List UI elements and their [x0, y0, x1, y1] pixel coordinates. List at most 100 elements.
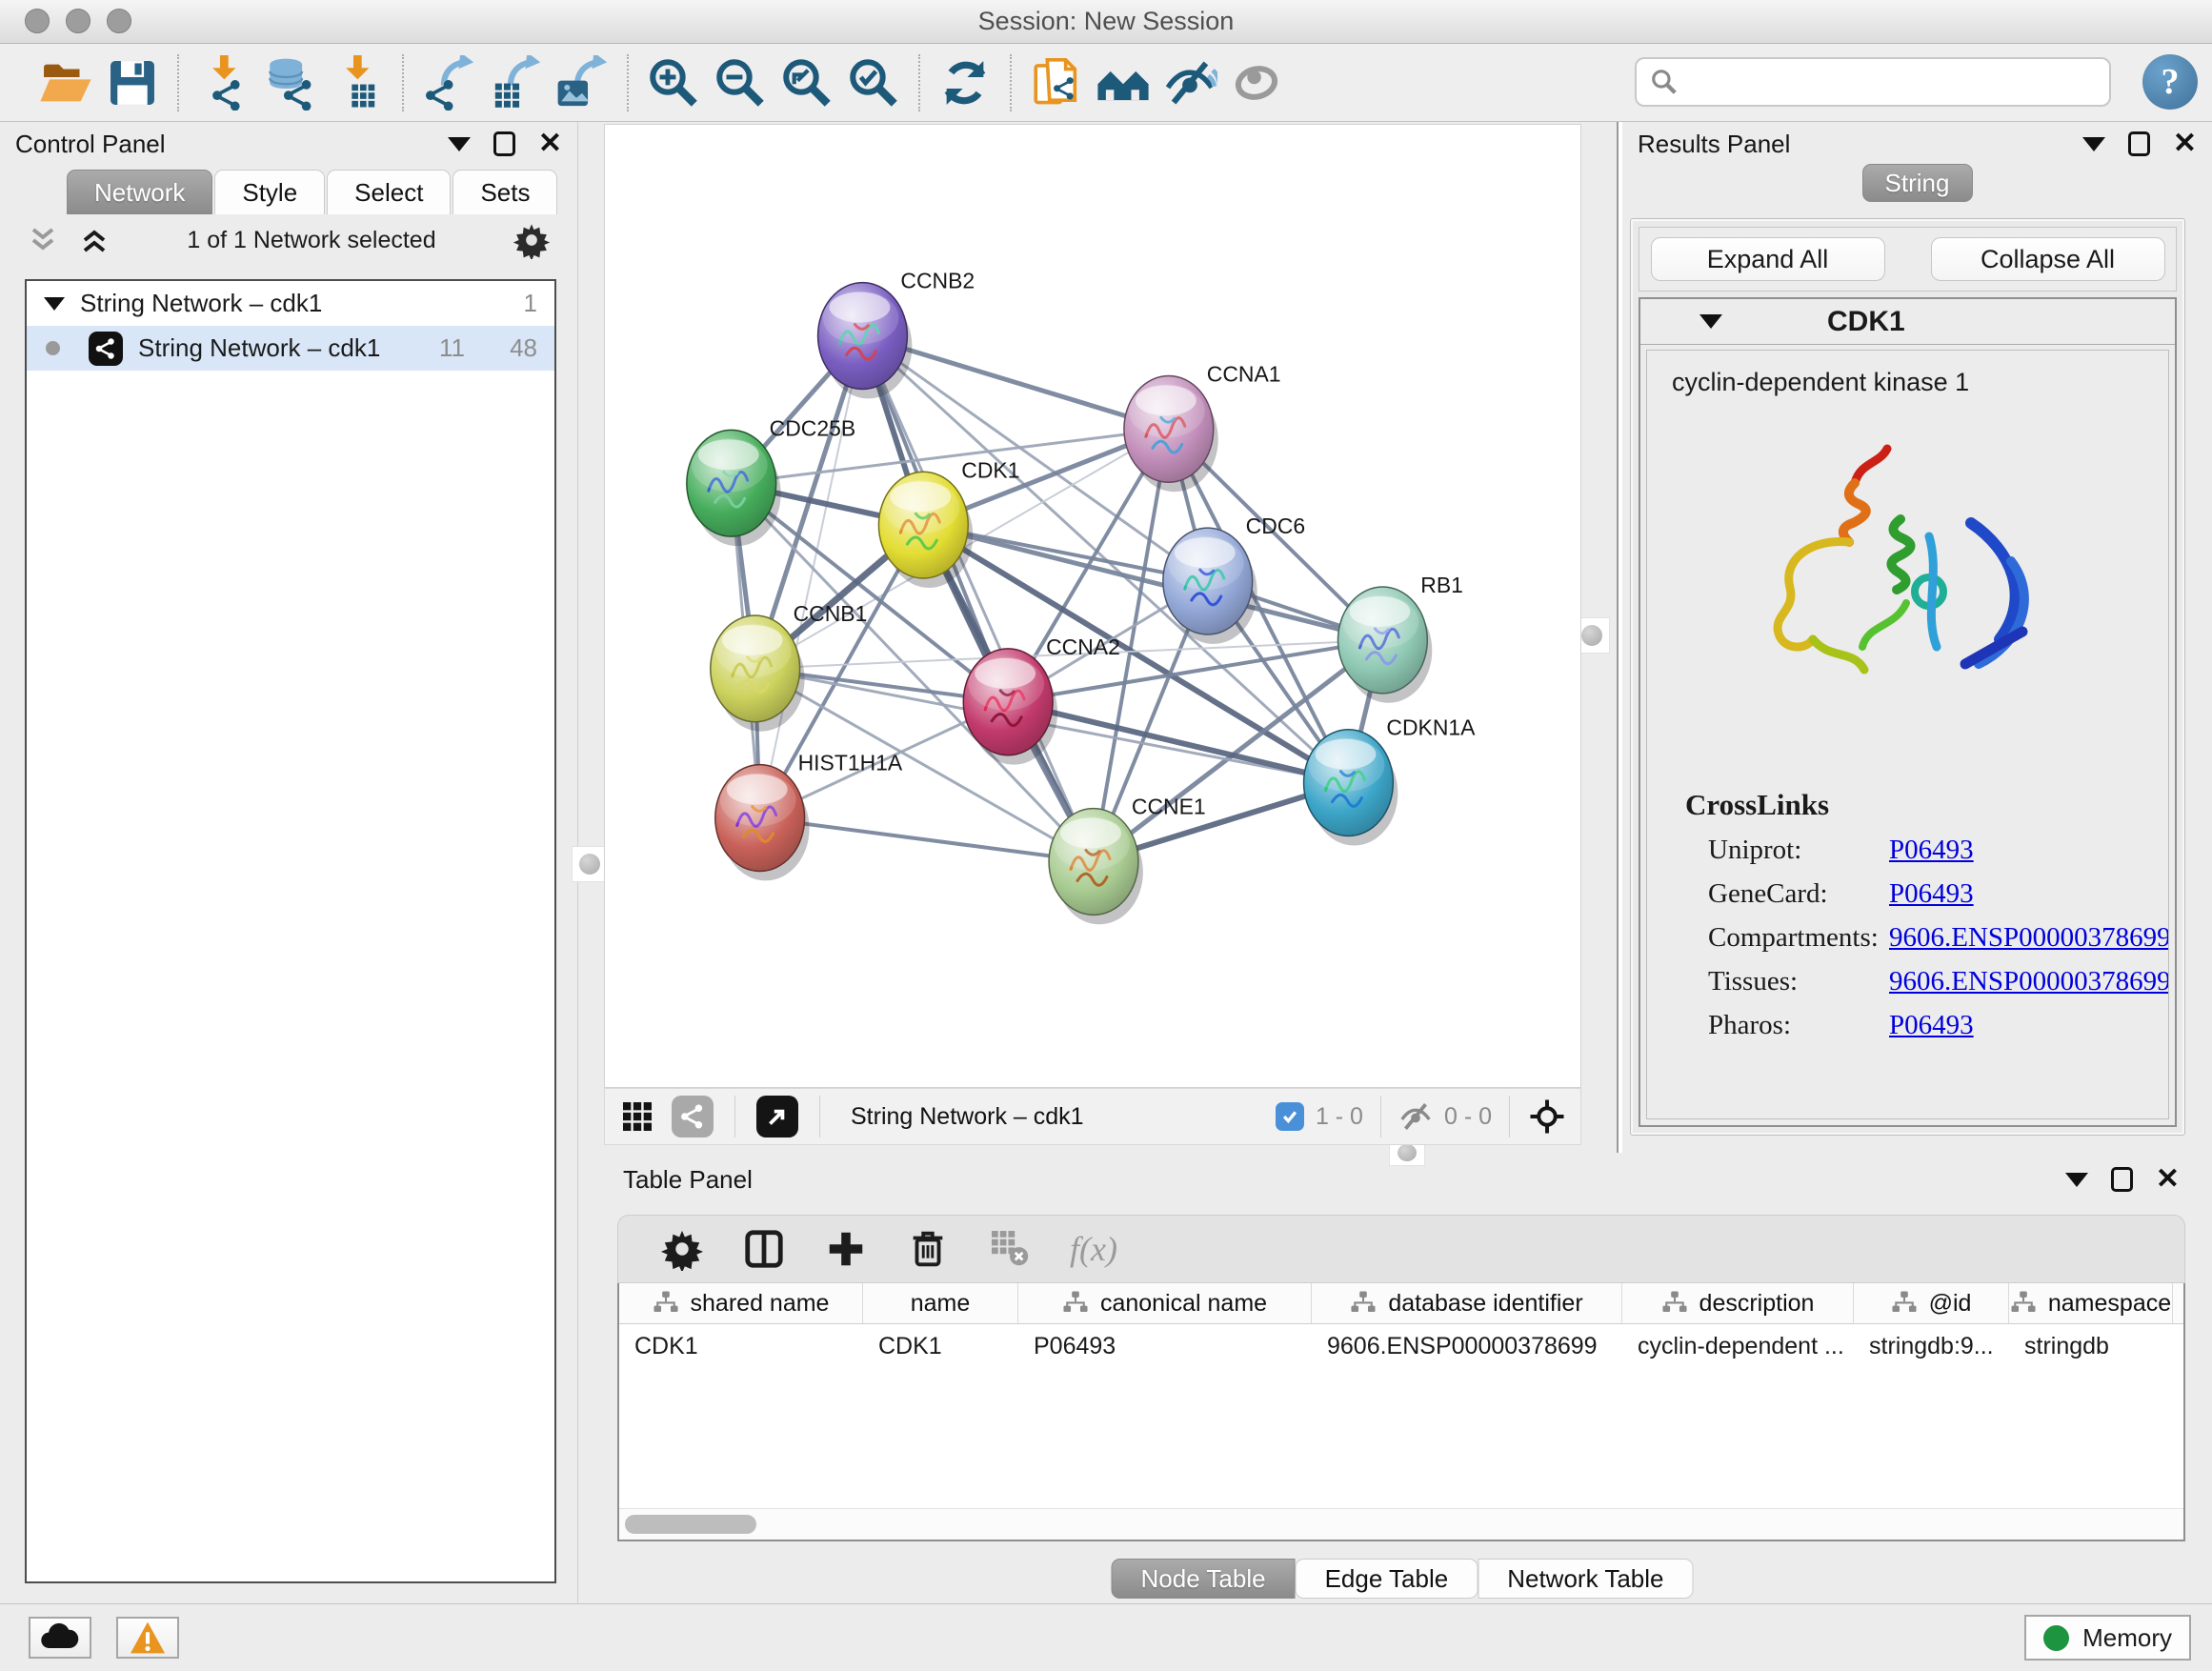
column-header-shared-name[interactable]: shared name: [619, 1283, 863, 1323]
expand-all-icon[interactable]: [78, 224, 111, 256]
node-label-CCNA1: CCNA1: [1207, 361, 1281, 386]
node-label-CCNB1: CCNB1: [794, 601, 868, 626]
delete-column-icon[interactable]: [906, 1227, 950, 1271]
tab-select[interactable]: Select: [327, 170, 451, 214]
export-network-button[interactable]: [415, 50, 482, 116]
search-input[interactable]: [1688, 67, 2096, 98]
table-tabs: Node Table Edge Table Network Table: [1112, 1559, 1694, 1599]
network-node-CDC6[interactable]: CDC6: [1163, 513, 1305, 644]
panel-collapse-icon[interactable]: [2065, 1173, 2088, 1187]
add-column-icon[interactable]: [824, 1227, 868, 1271]
tab-node-table[interactable]: Node Table: [1112, 1559, 1296, 1599]
table-toolbar: f(x): [617, 1215, 2185, 1283]
column-header-canonical-name[interactable]: canonical name: [1018, 1283, 1312, 1323]
panel-float-icon[interactable]: [493, 131, 515, 156]
network-node-HIST1H1A[interactable]: HIST1H1A: [715, 751, 903, 881]
network-node-CDC25B[interactable]: CDC25B: [687, 415, 855, 546]
table-cell[interactable]: 9606.ENSP00000378699: [1312, 1324, 1622, 1368]
crosslink-link[interactable]: 9606.ENSP00000378699: [1889, 966, 2169, 997]
network-node-CDKN1A[interactable]: CDKN1A: [1304, 715, 1477, 846]
column-header-@id[interactable]: @id: [1854, 1283, 2009, 1323]
zoom-selected-button[interactable]: [840, 50, 907, 116]
results-panel: Results Panel ✕ String Expand All Collap…: [1622, 122, 2212, 1153]
export-image-button[interactable]: [549, 50, 615, 116]
table-cell[interactable]: P06493: [1018, 1324, 1312, 1368]
table-cell[interactable]: CDK1: [619, 1324, 863, 1368]
hide-selected-button[interactable]: [1156, 50, 1223, 116]
splitter-handle-left[interactable]: [572, 846, 608, 882]
help-button[interactable]: ?: [2142, 54, 2198, 110]
zoom-fit-button[interactable]: [774, 50, 840, 116]
tab-string[interactable]: String: [1862, 164, 1973, 202]
table-horizontal-scrollbar[interactable]: [619, 1508, 2183, 1540]
tab-sets[interactable]: Sets: [452, 170, 557, 214]
column-header-namespace[interactable]: namespace: [2009, 1283, 2173, 1323]
network-edge[interactable]: [1008, 702, 1348, 783]
network-collection-row[interactable]: String Network – cdk1 1: [27, 281, 554, 326]
import-table-file-button[interactable]: [324, 50, 391, 116]
panel-collapse-icon[interactable]: [448, 137, 471, 151]
network-edge[interactable]: [862, 336, 1094, 862]
network-node-CCNA1[interactable]: CCNA1: [1124, 361, 1281, 492]
tab-style[interactable]: Style: [214, 170, 325, 214]
gear-icon[interactable]: [513, 221, 551, 259]
memory-button[interactable]: Memory: [2024, 1615, 2191, 1661]
tab-network-table[interactable]: Network Table: [1478, 1559, 1693, 1599]
panel-close-icon[interactable]: ✕: [2173, 131, 2197, 156]
network-node-CCNB2[interactable]: CCNB2: [818, 269, 975, 399]
column-header-description[interactable]: description: [1622, 1283, 1854, 1323]
table-cell[interactable]: stringdb: [2009, 1324, 2173, 1368]
column-header-database-identifier[interactable]: database identifier: [1312, 1283, 1622, 1323]
panel-float-icon[interactable]: [2128, 131, 2150, 156]
table-cell[interactable]: stringdb:9...: [1854, 1324, 2009, 1368]
network-edge[interactable]: [760, 818, 1094, 862]
collapse-all-icon[interactable]: [27, 224, 59, 256]
save-session-button[interactable]: [99, 50, 166, 116]
show-all-button[interactable]: [1223, 50, 1290, 116]
grid-view-icon[interactable]: [618, 1097, 656, 1136]
panel-float-icon[interactable]: [2111, 1167, 2133, 1192]
birdseye-view-icon[interactable]: [756, 1096, 798, 1137]
zoom-out-button[interactable]: [707, 50, 774, 116]
expand-all-button[interactable]: Expand All: [1651, 237, 1885, 281]
network-share-icon[interactable]: [672, 1096, 714, 1137]
table-cell[interactable]: cyclin-dependent ...: [1622, 1324, 1854, 1368]
crosslink-link[interactable]: P06493: [1889, 835, 1974, 866]
network-row[interactable]: String Network – cdk1 11 48: [27, 326, 554, 371]
import-network-database-button[interactable]: [257, 50, 324, 116]
network-node-RB1[interactable]: RB1: [1337, 573, 1462, 703]
entry-collapse-icon[interactable]: [1699, 314, 1722, 329]
crosshair-icon[interactable]: [1527, 1097, 1567, 1137]
crosslink-link[interactable]: P06493: [1889, 878, 1974, 910]
copy-button[interactable]: [1023, 50, 1090, 116]
function-builder-icon: f(x): [1070, 1229, 1117, 1269]
warning-status-button[interactable]: [116, 1617, 179, 1659]
node-table: shared namenamecanonical namedatabase id…: [617, 1283, 2185, 1541]
collapse-all-button[interactable]: Collapse All: [1931, 237, 2165, 281]
scrollbar-thumb[interactable]: [625, 1515, 756, 1534]
zoom-in-button[interactable]: [640, 50, 707, 116]
panel-close-icon[interactable]: ✕: [2156, 1167, 2180, 1192]
first-neighbors-button[interactable]: [1090, 50, 1156, 116]
crosslink-link[interactable]: P06493: [1889, 1010, 1974, 1041]
network-canvas[interactable]: CCNB2CCNA1CDC25BCDK1CDC6RB1CCNB1CCNA2CDK…: [604, 124, 1581, 1088]
crosslink-link[interactable]: 9606.ENSP00000378699: [1889, 922, 2169, 954]
node-label-CCNA2: CCNA2: [1046, 634, 1120, 659]
table-gear-icon[interactable]: [660, 1227, 704, 1271]
column-header-name[interactable]: name: [863, 1283, 1018, 1323]
hidden-node-edge-counts: 0 - 0: [1444, 1103, 1492, 1131]
export-table-button[interactable]: [482, 50, 549, 116]
refresh-button[interactable]: [932, 50, 998, 116]
import-network-file-button[interactable]: [191, 50, 257, 116]
open-session-button[interactable]: [32, 50, 99, 116]
show-columns-icon[interactable]: [742, 1227, 786, 1271]
selected-checkbox-icon[interactable]: [1276, 1102, 1304, 1131]
panel-close-icon[interactable]: ✕: [538, 131, 562, 156]
tab-network[interactable]: Network: [67, 170, 212, 214]
panel-collapse-icon[interactable]: [2082, 137, 2105, 151]
table-cell[interactable]: CDK1: [863, 1324, 1018, 1368]
cloud-status-button[interactable]: [29, 1617, 91, 1659]
tree-expand-icon[interactable]: [44, 297, 65, 311]
table-row[interactable]: CDK1CDK1P064939606.ENSP00000378699cyclin…: [619, 1324, 2183, 1368]
tab-edge-table[interactable]: Edge Table: [1296, 1559, 1478, 1599]
